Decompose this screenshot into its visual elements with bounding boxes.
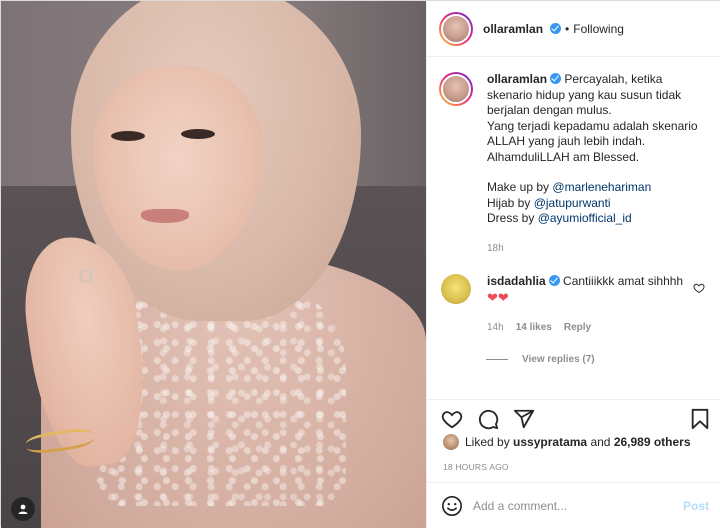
share-button[interactable] <box>511 406 537 432</box>
comment-button[interactable] <box>475 406 501 432</box>
speech-bubble-icon <box>478 409 499 430</box>
credit-label: Dress by <box>487 211 535 225</box>
photo-eye-left <box>111 131 145 141</box>
add-comment-bar: Post <box>427 482 720 528</box>
like-button[interactable] <box>439 406 465 432</box>
following-button[interactable]: Following <box>573 22 624 36</box>
post-side-panel: ollaramlan • Following ollaramlan Percay… <box>426 1 720 528</box>
comment-like-heart-icon[interactable] <box>693 282 705 294</box>
caption-author-avatar[interactable] <box>439 72 473 106</box>
post-header: ollaramlan • Following <box>427 1 720 57</box>
post-photo[interactable] <box>1 1 426 528</box>
photo-lips <box>141 209 189 223</box>
credit-label: Make up by <box>487 180 550 194</box>
credit-label: Hijab by <box>487 195 531 210</box>
comment-input[interactable] <box>473 498 663 513</box>
smiley-icon <box>442 495 462 516</box>
action-bar <box>427 399 720 439</box>
paper-plane-icon <box>513 409 535 429</box>
liked-by-prefix: Liked by <box>465 435 510 449</box>
verified-badge-icon <box>548 275 560 286</box>
verified-badge-icon <box>550 73 562 84</box>
photo-ring <box>79 269 93 283</box>
bookmark-icon <box>691 408 709 430</box>
reply-button[interactable]: Reply <box>564 320 591 336</box>
comments-section[interactable]: ollaramlan Percayalah, ketika skenario h… <box>427 58 720 398</box>
commenter-avatar[interactable] <box>441 274 471 304</box>
post-date[interactable]: 18 HOURS AGO <box>443 462 509 472</box>
caption-line: AlhamduliLLAH am Blessed. <box>487 149 640 164</box>
credit-hijab: Hijab by @jatupurwanti <box>487 196 709 212</box>
emoji-button[interactable] <box>439 493 465 519</box>
liked-by-avatar[interactable] <box>443 434 459 450</box>
post-comment-button[interactable]: Post <box>683 499 709 513</box>
comment-meta: 14h 14 likes Reply <box>487 320 687 336</box>
view-replies-label: View replies (7) <box>522 353 595 365</box>
comment-time[interactable]: 14h <box>487 320 504 336</box>
comment-text: Cantiiikkk amat sihhhh <box>563 274 684 288</box>
author-username[interactable]: ollaramlan <box>483 22 543 36</box>
verified-badge-icon <box>550 23 562 34</box>
credit-makeup: Make up by @marlenehariman <box>487 180 709 196</box>
commenter-username[interactable]: isdadahlia <box>487 274 546 288</box>
caption-author-username[interactable]: ollaramlan <box>487 72 547 86</box>
mention-link[interactable]: @marlenehariman <box>552 180 651 194</box>
view-replies-button[interactable]: View replies (7) <box>486 354 709 365</box>
liked-by-user[interactable]: ussypratama <box>513 435 587 449</box>
caption-line: Yang terjadi kepadamu adalah skenario AL… <box>487 118 698 149</box>
mention-link[interactable]: @jatupurwanti <box>534 196 611 210</box>
mention-link[interactable]: @ayumiofficial_id <box>538 211 632 225</box>
caption: ollaramlan Percayalah, ketika skenario h… <box>439 72 709 256</box>
liked-by: Liked by ussypratama and 26,989 others <box>443 434 691 450</box>
liked-by-and: and <box>590 435 611 449</box>
tagged-users-button[interactable] <box>11 497 35 521</box>
user-tag-icon <box>18 504 28 514</box>
caption-timestamp[interactable]: 18h <box>487 241 709 257</box>
comment-body: isdadahlia Cantiiikkk amat sihhhh ❤❤ 14h… <box>487 274 687 336</box>
save-button[interactable] <box>687 406 713 432</box>
photo-eye-right <box>181 129 215 139</box>
comment-item: isdadahlia Cantiiikkk amat sihhhh ❤❤ 14h… <box>439 274 709 336</box>
heart-outline-icon <box>441 411 463 429</box>
comment-likes[interactable]: 14 likes <box>516 320 552 336</box>
separator-dot: • <box>565 21 570 36</box>
liked-by-count[interactable]: 26,989 others <box>614 435 691 449</box>
replies-divider <box>486 358 508 360</box>
comment-hearts: ❤❤ <box>487 289 509 305</box>
credit-dress: Dress by @ayumiofficial_id <box>487 211 709 227</box>
caption-body: ollaramlan Percayalah, ketika skenario h… <box>487 72 709 256</box>
author-avatar[interactable] <box>439 11 473 46</box>
post-modal: ollaramlan • Following ollaramlan Percay… <box>0 0 720 528</box>
